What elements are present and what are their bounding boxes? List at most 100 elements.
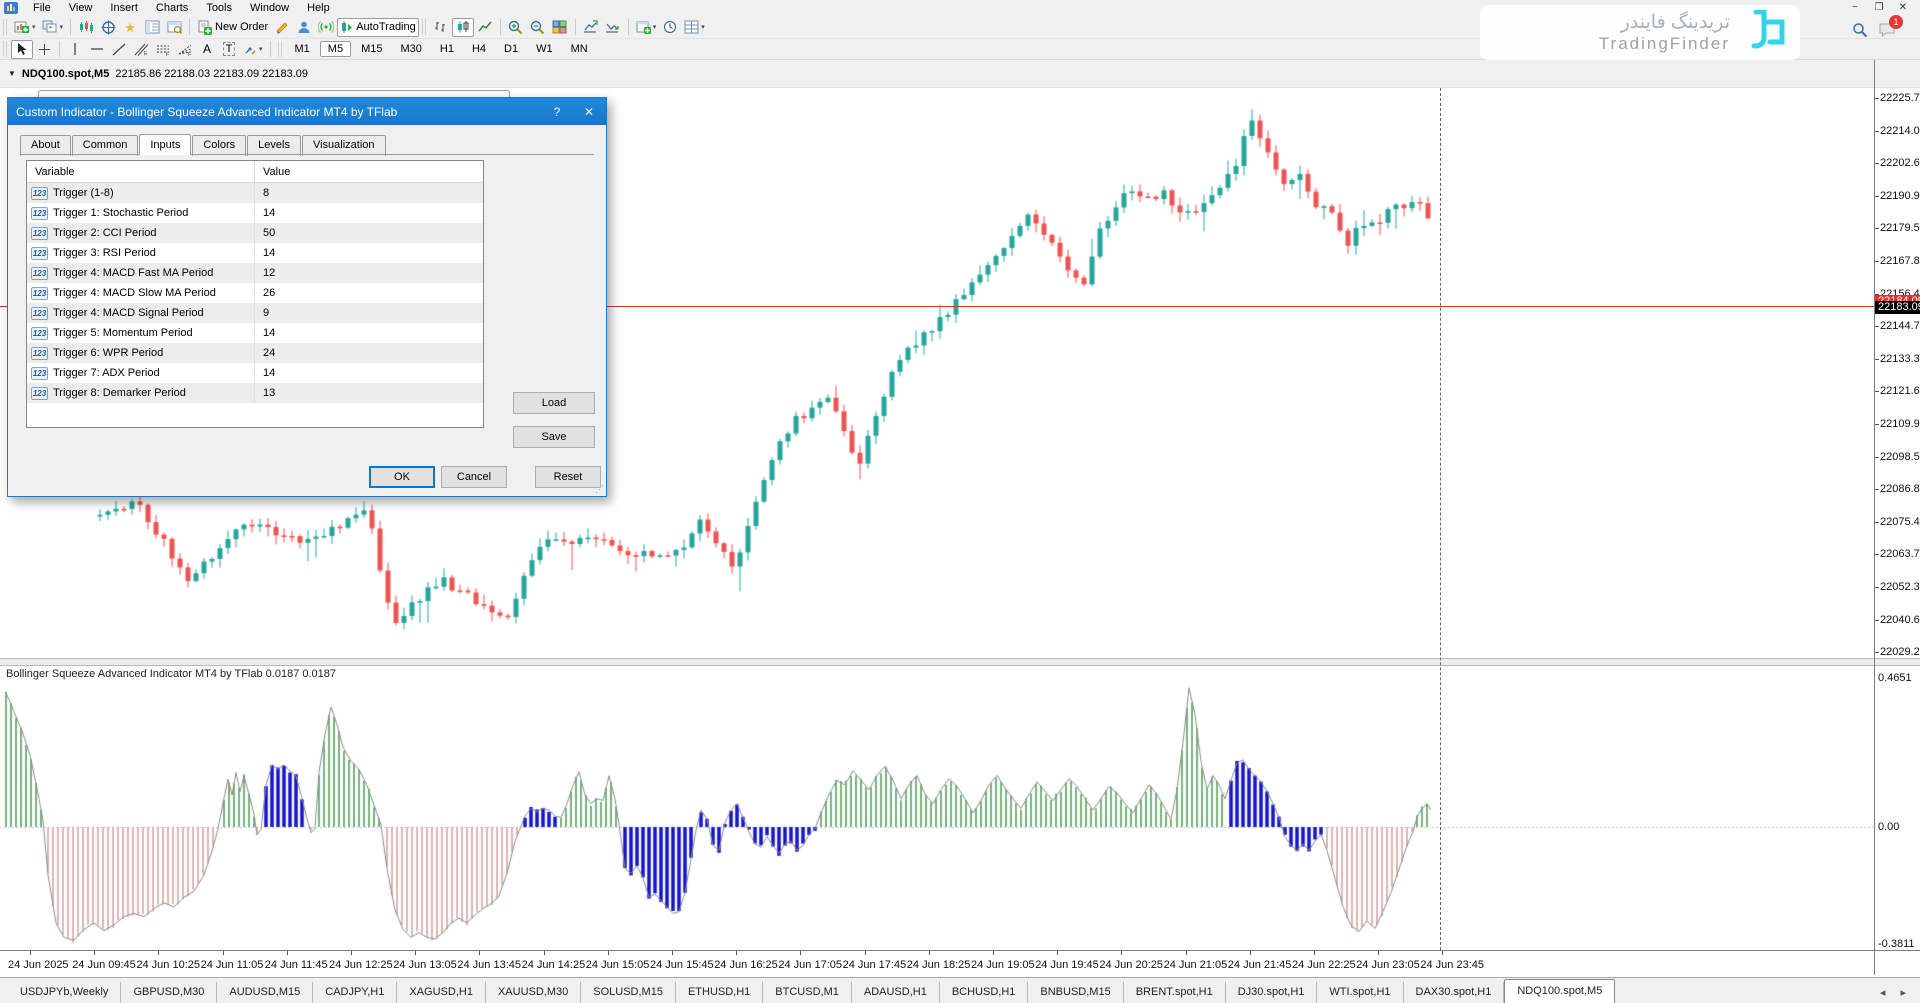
table-row[interactable]: 123Trigger 5: Momentum Period14	[27, 323, 483, 343]
symbol-tab-wti-spot-h1[interactable]: WTI.spot,H1	[1317, 982, 1403, 1003]
dialog-tab-levels[interactable]: Levels	[247, 135, 301, 156]
terminal-button[interactable]	[163, 18, 185, 37]
table-row[interactable]: 123Trigger 1: Stochastic Period14	[27, 203, 483, 223]
timeframe-h1[interactable]: H1	[432, 41, 462, 57]
timeframe-m5[interactable]: M5	[320, 41, 351, 57]
autotrading-button[interactable]: AutoTrading	[337, 18, 419, 37]
signals-button[interactable]	[315, 18, 337, 37]
value-cell[interactable]: 13	[255, 387, 275, 399]
symbol-tab-xagusd-h1[interactable]: XAGUSD,H1	[397, 982, 486, 1003]
close-button[interactable]: ✕	[1892, 2, 1914, 15]
value-cell[interactable]: 12	[255, 267, 275, 279]
reset-button[interactable]: Reset	[535, 466, 601, 488]
table-row[interactable]: 123Trigger 2: CCI Period50	[27, 223, 483, 243]
tab-scroll-left-button[interactable]: ◂	[1880, 987, 1892, 999]
chart-menu-triangle-icon[interactable]: ▼	[8, 69, 16, 78]
vertical-line-tool-button[interactable]	[64, 40, 86, 59]
table-row[interactable]: 123Trigger 4: MACD Slow MA Period26	[27, 283, 483, 303]
timeframe-h4[interactable]: H4	[464, 41, 494, 57]
load-button[interactable]: Load	[513, 392, 595, 414]
templates-button[interactable]: ▾	[633, 18, 660, 37]
menu-help[interactable]: Help	[298, 1, 339, 15]
menu-tools[interactable]: Tools	[197, 1, 241, 15]
table-row[interactable]: 123Trigger 8: Demarker Period13	[27, 383, 483, 403]
period-clock-button[interactable]	[659, 18, 681, 37]
timeframe-mn[interactable]: MN	[563, 41, 596, 57]
auto-scroll-button[interactable]	[602, 18, 624, 37]
dialog-help-button[interactable]: ?	[548, 105, 566, 119]
menu-view[interactable]: View	[60, 1, 102, 15]
cursor-tool-button[interactable]	[11, 40, 33, 59]
navigator-button[interactable]	[141, 18, 163, 37]
value-cell[interactable]: 26	[255, 287, 275, 299]
value-cell[interactable]: 9	[255, 307, 269, 319]
new-order-button[interactable]: New Order	[194, 18, 271, 37]
symbol-tab-solusd-m15[interactable]: SOLUSD,M15	[581, 982, 676, 1003]
menu-insert[interactable]: Insert	[101, 1, 147, 15]
symbol-tab-gbpusd-m30[interactable]: GBPUSD,M30	[121, 982, 217, 1003]
restore-button[interactable]: ❐	[1868, 2, 1890, 15]
tab-scroll-right-button[interactable]: ▸	[1900, 987, 1912, 999]
value-cell[interactable]: 14	[255, 207, 275, 219]
crosshair-tool-button[interactable]	[33, 40, 55, 59]
symbol-tab-ndq100-spot-m5[interactable]: NDQ100.spot,M5	[1504, 979, 1615, 1003]
crosshair-window-button[interactable]	[97, 18, 119, 37]
dialog-tab-inputs[interactable]: Inputs	[139, 134, 191, 155]
value-cell[interactable]: 14	[255, 247, 275, 259]
zoom-in-button[interactable]	[505, 18, 527, 37]
timeframe-d1[interactable]: D1	[496, 41, 526, 57]
tile-windows-button[interactable]	[549, 18, 571, 37]
dialog-tab-common[interactable]: Common	[72, 135, 139, 156]
bar-chart-style-button[interactable]	[430, 18, 452, 37]
symbol-tab-brent-spot-h1[interactable]: BRENT.spot,H1	[1124, 982, 1226, 1003]
indicator-canvas[interactable]	[0, 666, 1874, 950]
value-cell[interactable]: 8	[255, 187, 269, 199]
value-cell[interactable]: 50	[255, 227, 275, 239]
search-icon[interactable]	[1852, 22, 1868, 38]
symbol-tab-btcusd-m1[interactable]: BTCUSD,M1	[763, 982, 852, 1003]
indicator-subwindow[interactable]: Bollinger Squeeze Advanced Indicator MT4…	[0, 666, 1920, 950]
timeframe-m1[interactable]: M1	[287, 41, 318, 57]
table-row[interactable]: 123Trigger 3: RSI Period14	[27, 243, 483, 263]
line-chart-style-button[interactable]	[474, 18, 496, 37]
new-chart-button[interactable]: ▾	[11, 18, 39, 37]
chart-shift-button[interactable]	[580, 18, 602, 37]
dialog-tab-visualization[interactable]: Visualization	[302, 135, 386, 156]
menu-charts[interactable]: Charts	[147, 1, 197, 15]
dialog-tab-about[interactable]: About	[20, 135, 71, 156]
menu-file[interactable]: File	[24, 1, 60, 15]
table-row[interactable]: 123Trigger 6: WPR Period24	[27, 343, 483, 363]
symbol-tab-cadjpy-h1[interactable]: CADJPY,H1	[313, 982, 397, 1003]
fibonacci-tool-button[interactable]: F	[152, 40, 174, 59]
ok-button[interactable]: OK	[369, 466, 435, 488]
value-cell[interactable]: 14	[255, 367, 275, 379]
channel-tool-button[interactable]: E	[130, 40, 152, 59]
fibonacci-fan-tool-button[interactable]: F	[174, 40, 196, 59]
symbol-tab-xauusd-m30[interactable]: XAUUSD,M30	[486, 982, 581, 1003]
horizontal-line-tool-button[interactable]	[86, 40, 108, 59]
metaeditor-button[interactable]	[271, 18, 293, 37]
indicators-list-button[interactable]: ▾	[681, 18, 708, 37]
candlestick-style-button[interactable]	[452, 18, 474, 37]
chat-icon[interactable]: 1	[1878, 22, 1896, 38]
value-cell[interactable]: 24	[255, 347, 275, 359]
favorites-button[interactable]: ★	[119, 18, 141, 37]
timeframe-w1[interactable]: W1	[528, 41, 561, 57]
table-row[interactable]: 123Trigger 4: MACD Signal Period9	[27, 303, 483, 323]
toolbar-grip[interactable]	[278, 41, 283, 57]
minimize-button[interactable]: −	[1844, 2, 1866, 15]
dialog-close-button[interactable]: ✕	[580, 105, 598, 119]
community-button[interactable]	[293, 18, 315, 37]
text-label-tool-button[interactable]: T	[218, 40, 240, 59]
table-row[interactable]: 123Trigger (1-8)8	[27, 183, 483, 203]
timeframe-m30[interactable]: M30	[392, 41, 429, 57]
save-button[interactable]: Save	[513, 426, 595, 448]
text-tool-button[interactable]: A	[196, 40, 218, 59]
menu-window[interactable]: Window	[241, 1, 298, 15]
symbol-tab-dax30-spot-h1[interactable]: DAX30.spot,H1	[1404, 982, 1505, 1003]
table-row[interactable]: 123Trigger 7: ADX Period14	[27, 363, 483, 383]
value-cell[interactable]: 14	[255, 327, 275, 339]
cancel-button[interactable]: Cancel	[441, 466, 507, 488]
table-row[interactable]: 123Trigger 4: MACD Fast MA Period12	[27, 263, 483, 283]
symbol-tab-audusd-m15[interactable]: AUDUSD,M15	[217, 982, 313, 1003]
